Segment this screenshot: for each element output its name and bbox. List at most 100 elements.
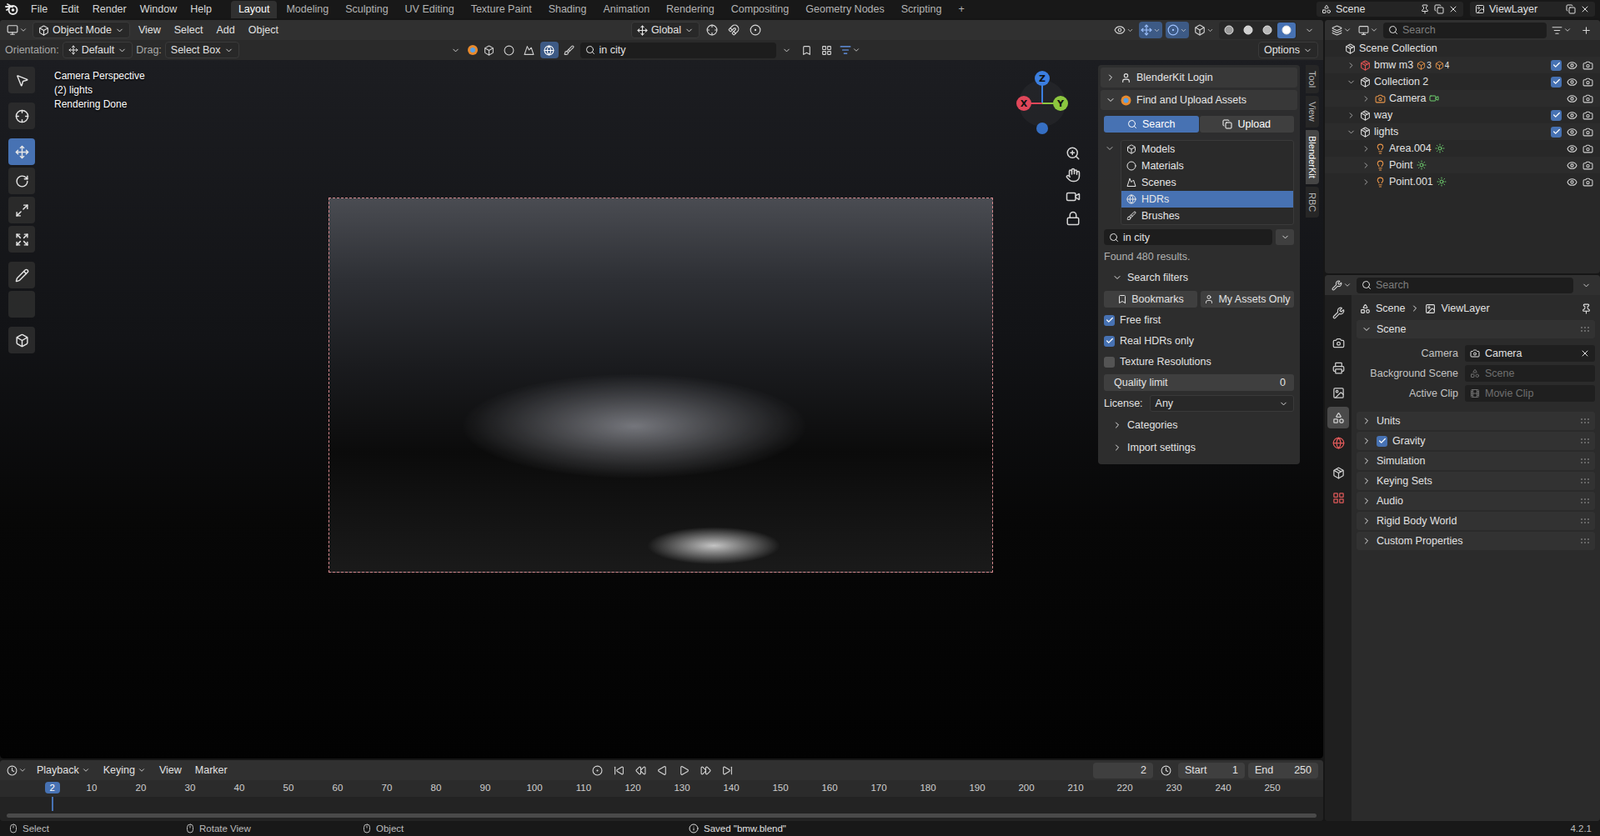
menu-item[interactable]: Help	[184, 1, 218, 17]
asset-type-button[interactable]	[560, 41, 579, 59]
playhead[interactable]: 2	[45, 782, 61, 794]
timeline-track-area[interactable]	[0, 797, 1324, 822]
outliner-row[interactable]: Scene Collection	[1324, 40, 1600, 57]
drag-handle[interactable]	[1579, 517, 1590, 525]
asset-type-button[interactable]	[540, 41, 559, 59]
search-history-button[interactable]	[777, 41, 797, 59]
workspace-tab[interactable]: Animation	[596, 0, 658, 19]
navigation-gizmo[interactable]: ZXY	[1010, 68, 1078, 144]
orientation-dropdown[interactable]: Default	[62, 41, 134, 59]
properties-tab[interactable]	[1327, 406, 1350, 429]
editor-type-button[interactable]	[5, 762, 29, 779]
editor-type-button[interactable]	[5, 21, 30, 39]
checkbox[interactable]	[1103, 356, 1115, 368]
expand-toggle[interactable]	[1344, 60, 1357, 71]
eye-icon[interactable]	[1566, 60, 1578, 71]
expand-toggle[interactable]	[1359, 160, 1372, 171]
axis-handle[interactable]: Y	[1053, 95, 1069, 111]
render-visibility-icon[interactable]	[1582, 160, 1594, 171]
render-visibility-icon[interactable]	[1582, 93, 1594, 105]
mode-button[interactable]: Search	[1103, 115, 1199, 133]
property-field[interactable]: Camera	[1464, 345, 1595, 362]
login-panel-header[interactable]: BlenderKit Login	[1100, 67, 1298, 88]
timeline-menu[interactable]: Playback	[31, 762, 96, 778]
menu-item[interactable]: Edit	[55, 1, 86, 17]
options-dropdown[interactable]: Options	[1258, 41, 1319, 59]
transform-orientation-dropdown[interactable]: Global	[631, 21, 700, 39]
workspace-tab[interactable]: Layout	[230, 0, 278, 19]
eye-icon[interactable]	[1566, 176, 1578, 188]
render-visibility-icon[interactable]	[1582, 143, 1594, 155]
jump-end-button[interactable]	[718, 762, 738, 779]
timeline-menu[interactable]: Keying	[98, 762, 151, 778]
eye-icon[interactable]	[1566, 76, 1578, 88]
tool-button[interactable]	[8, 326, 36, 354]
sidebar-tab[interactable]: BlenderKit	[1305, 130, 1320, 185]
exclude-checkbox[interactable]	[1550, 110, 1562, 121]
filter-button[interactable]	[837, 41, 863, 59]
properties-search[interactable]: Search	[1356, 277, 1574, 294]
pivot-button[interactable]	[702, 21, 722, 39]
properties-section[interactable]: Keying Sets	[1356, 471, 1595, 491]
negative-z-dot[interactable]	[1036, 122, 1049, 135]
asset-type-item[interactable]: Brushes	[1121, 207, 1294, 225]
current-frame-field[interactable]: 2	[1093, 762, 1154, 779]
find-assets-panel-header[interactable]: Find and Upload Assets	[1100, 90, 1298, 111]
expand-toggle[interactable]	[1344, 77, 1357, 87]
tree-toggle[interactable]	[1103, 140, 1116, 226]
blender-logo-icon[interactable]	[5, 2, 19, 16]
add-workspace-button[interactable]: +	[950, 0, 972, 19]
properties-section[interactable]: Rigid Body World	[1356, 511, 1595, 531]
workspace-tab[interactable]: Texture Paint	[463, 0, 540, 19]
property-field[interactable]: Scene	[1464, 365, 1595, 382]
frame-ruler[interactable]: 1020304050607080901001101201301401501601…	[0, 780, 1324, 798]
outliner-row[interactable]: bmw m334	[1324, 56, 1600, 74]
child-count-badge[interactable]: 3	[1416, 60, 1432, 71]
zoom-icon[interactable]	[1065, 145, 1081, 161]
shading-button[interactable]	[1258, 22, 1277, 39]
drag-handle[interactable]	[1579, 497, 1590, 505]
outliner-row[interactable]: lights	[1324, 123, 1600, 141]
tool-button[interactable]	[8, 225, 36, 253]
filter-checkbox-row[interactable]: Free first	[1103, 311, 1295, 329]
workspace-tab[interactable]: Modeling	[278, 0, 337, 19]
clear-icon[interactable]	[1579, 348, 1590, 359]
timeline-menu[interactable]: Marker	[190, 762, 233, 778]
viewport-toggle[interactable]	[1112, 21, 1136, 39]
expand-toggle[interactable]	[1359, 177, 1372, 187]
shading-button[interactable]	[1219, 22, 1239, 39]
workspace-tab[interactable]: Shading	[541, 0, 595, 19]
auto-key-button[interactable]	[588, 762, 607, 779]
exclude-checkbox[interactable]	[1550, 60, 1562, 71]
sidebar-tab[interactable]: RBC	[1305, 186, 1320, 218]
render-visibility-icon[interactable]	[1582, 76, 1594, 88]
workspace-tab[interactable]: Rendering	[658, 0, 723, 19]
viewport-toggle[interactable]	[1138, 21, 1163, 39]
render-visibility-icon[interactable]	[1582, 176, 1594, 188]
asset-type-item[interactable]: Scenes	[1121, 174, 1294, 191]
filter-button[interactable]: Bookmarks	[1103, 290, 1198, 308]
sidebar-tab[interactable]: Tool	[1305, 65, 1320, 94]
play-button[interactable]	[675, 762, 694, 779]
expand-toggle[interactable]	[1344, 127, 1357, 137]
render-visibility-icon[interactable]	[1582, 110, 1594, 121]
asset-type-button[interactable]	[520, 41, 539, 59]
eye-icon[interactable]	[1566, 143, 1578, 155]
tool-button[interactable]	[8, 167, 36, 195]
pin-icon[interactable]	[1580, 303, 1592, 315]
tool-button[interactable]	[8, 290, 36, 318]
properties-tab[interactable]	[1327, 301, 1350, 324]
menu-item[interactable]: File	[25, 1, 54, 17]
filter-checkbox-row[interactable]: Texture Resolutions	[1103, 353, 1295, 371]
outliner-row[interactable]: Point	[1324, 156, 1600, 174]
viewport-menu[interactable]: Object	[243, 22, 284, 38]
tool-button[interactable]	[8, 261, 36, 289]
end-frame-field[interactable]: End250	[1248, 762, 1319, 779]
expand-toggle[interactable]	[1359, 94, 1372, 104]
properties-section[interactable]: Custom Properties	[1356, 531, 1595, 551]
tool-button[interactable]	[8, 102, 36, 130]
pan-icon[interactable]	[1065, 167, 1081, 183]
properties-section[interactable]: Units	[1356, 411, 1595, 431]
display-mode-button[interactable]	[1356, 21, 1380, 39]
shading-button[interactable]	[1277, 22, 1296, 39]
